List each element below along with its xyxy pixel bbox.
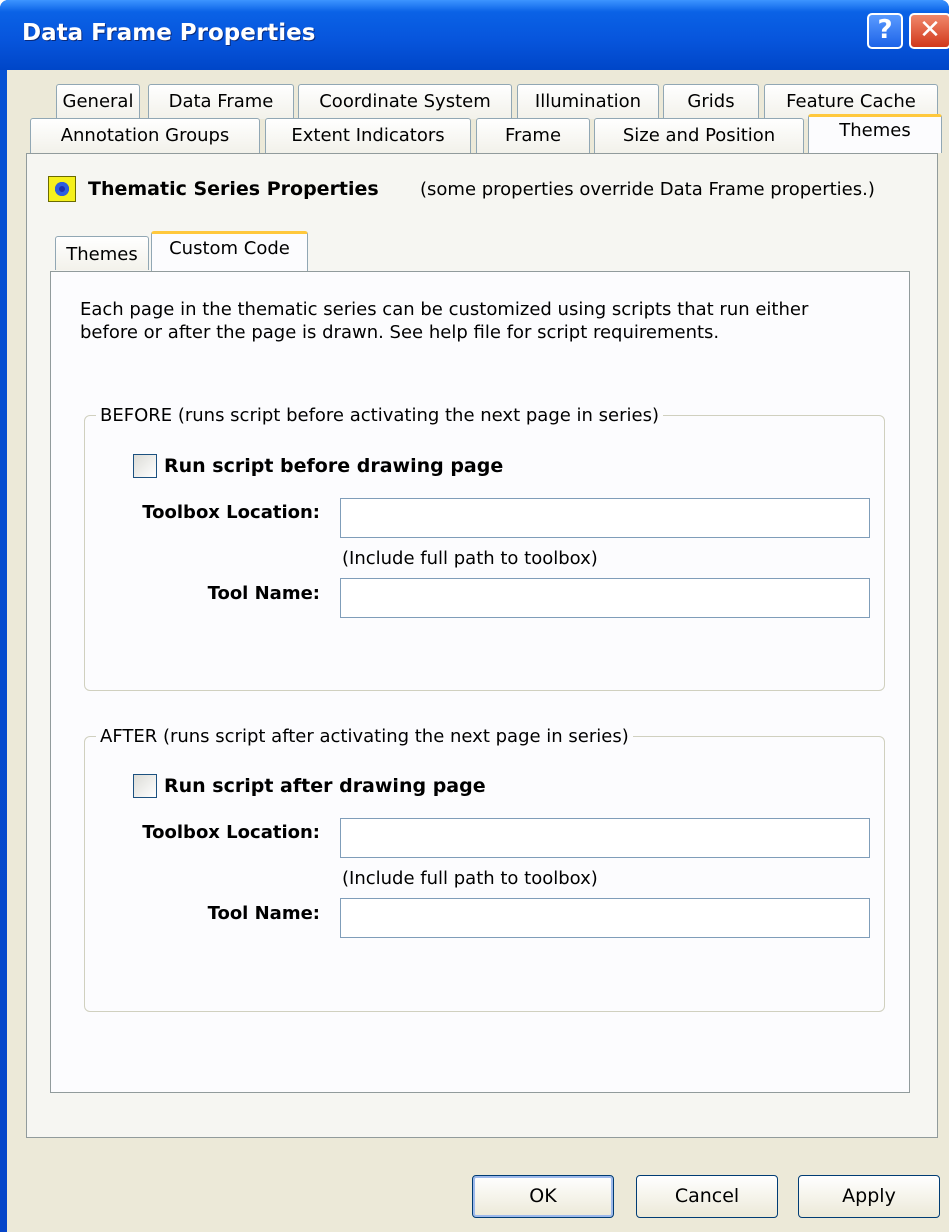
before-run-checkbox[interactable]: [133, 454, 157, 478]
thematic-series-icon: [48, 176, 76, 202]
description: Each page in the thematic series can be …: [80, 298, 880, 344]
before-toolbox-label: Toolbox Location:: [142, 502, 320, 523]
help-button[interactable]: ?: [867, 13, 903, 49]
after-run-checkbox-label[interactable]: Run script after drawing page: [164, 775, 486, 797]
before-toolbox-input[interactable]: [340, 498, 870, 538]
before-tool-name-label: Tool Name:: [207, 583, 320, 604]
description-line-1: Each page in the thematic series can be …: [80, 299, 809, 320]
help-icon: ?: [877, 15, 893, 45]
tab-frame[interactable]: Frame: [476, 118, 590, 153]
section-note: (some properties override Data Frame pro…: [420, 179, 875, 200]
window-title: Data Frame Properties: [22, 20, 316, 46]
tab-size-and-position[interactable]: Size and Position: [594, 118, 804, 153]
before-run-checkbox-label[interactable]: Run script before drawing page: [164, 455, 503, 477]
ok-button[interactable]: OK: [472, 1175, 614, 1218]
tab-extent-indicators[interactable]: Extent Indicators: [265, 118, 471, 153]
subtab-themes[interactable]: Themes: [55, 236, 149, 270]
cancel-button[interactable]: Cancel: [636, 1175, 778, 1218]
after-toolbox-label: Toolbox Location:: [142, 822, 320, 843]
section-title: Thematic Series Properties: [88, 178, 379, 200]
after-group-legend: AFTER (runs script after activating the …: [96, 726, 633, 747]
after-toolbox-hint: (Include full path to toolbox): [342, 868, 598, 889]
after-toolbox-input[interactable]: [340, 818, 870, 858]
after-run-checkbox[interactable]: [133, 774, 157, 798]
tab-illumination[interactable]: Illumination: [517, 84, 659, 119]
tab-annotation-groups[interactable]: Annotation Groups: [30, 118, 260, 153]
tab-coordinate-system[interactable]: Coordinate System: [298, 84, 512, 119]
close-button[interactable]: ✕: [909, 13, 949, 49]
tab-general[interactable]: General: [56, 84, 140, 119]
before-toolbox-hint: (Include full path to toolbox): [342, 548, 598, 569]
title-bar[interactable]: Data Frame Properties ? ✕: [0, 0, 949, 70]
before-tool-name-input[interactable]: [340, 578, 870, 618]
subtab-custom-code[interactable]: Custom Code: [151, 231, 308, 271]
after-tool-name-label: Tool Name:: [207, 903, 320, 924]
tab-data-frame[interactable]: Data Frame: [148, 84, 294, 119]
apply-button[interactable]: Apply: [798, 1175, 940, 1218]
description-line-2: before or after the page is drawn. See h…: [80, 322, 720, 343]
close-icon: ✕: [919, 15, 941, 45]
before-group-legend: BEFORE (runs script before activating th…: [96, 405, 663, 426]
tab-grids[interactable]: Grids: [663, 84, 759, 119]
dialog-window: Data Frame Properties ? ✕ General Data F…: [0, 0, 949, 1232]
tab-themes[interactable]: Themes: [808, 114, 942, 153]
after-tool-name-input[interactable]: [340, 898, 870, 938]
